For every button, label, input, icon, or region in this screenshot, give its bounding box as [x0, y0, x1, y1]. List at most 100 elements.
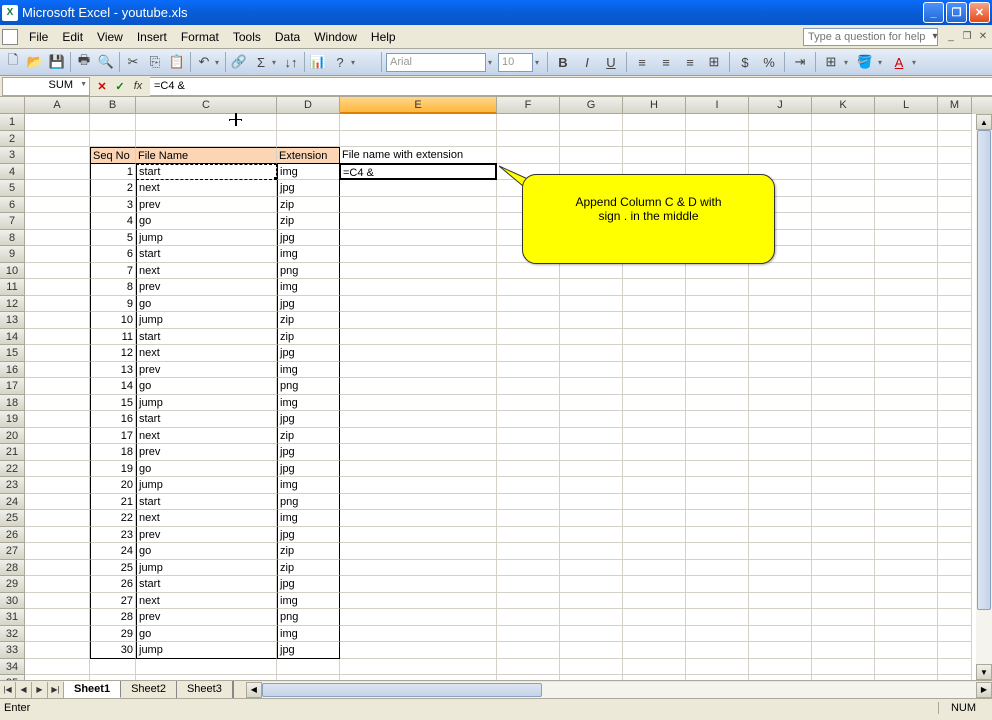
cell-M35[interactable]	[938, 675, 972, 680]
cell-H20[interactable]	[623, 428, 686, 445]
hyperlink-button[interactable]: 🔗	[228, 51, 250, 73]
seq-17[interactable]: 14	[90, 378, 136, 395]
cell-M33[interactable]	[938, 642, 972, 659]
cell-I35[interactable]	[686, 675, 749, 680]
cell-M16[interactable]	[938, 362, 972, 379]
cell-J31[interactable]	[749, 609, 812, 626]
cell-L13[interactable]	[875, 312, 938, 329]
cell-K5[interactable]	[812, 180, 875, 197]
cell-A10[interactable]	[25, 263, 90, 280]
cell-G29[interactable]	[560, 576, 623, 593]
seq-11[interactable]: 8	[90, 279, 136, 296]
seq-10[interactable]: 7	[90, 263, 136, 280]
cell-A17[interactable]	[25, 378, 90, 395]
scroll-right-button[interactable]: ▶	[976, 682, 992, 698]
help-search-input[interactable]	[803, 28, 938, 46]
cell-C2[interactable]	[136, 131, 277, 148]
cell-F16[interactable]	[497, 362, 560, 379]
row-header-9[interactable]: 9	[0, 246, 25, 263]
cell-M26[interactable]	[938, 527, 972, 544]
doc-minimize-button[interactable]: _	[944, 31, 958, 42]
ext-15[interactable]: jpg	[277, 345, 340, 362]
cell-D34[interactable]	[277, 659, 340, 676]
cell-M28[interactable]	[938, 560, 972, 577]
cell-G21[interactable]	[560, 444, 623, 461]
cell-F14[interactable]	[497, 329, 560, 346]
cell-K32[interactable]	[812, 626, 875, 643]
name-box[interactable]: SUM	[2, 77, 90, 96]
cell-F27[interactable]	[497, 543, 560, 560]
undo-dropdown[interactable]: ▾	[215, 58, 223, 67]
ext-31[interactable]: png	[277, 609, 340, 626]
cell-E30[interactable]	[340, 593, 497, 610]
cell-E12[interactable]	[340, 296, 497, 313]
row-header-11[interactable]: 11	[0, 279, 25, 296]
column-header-B[interactable]: B	[90, 97, 136, 114]
cell-F31[interactable]	[497, 609, 560, 626]
cell-A9[interactable]	[25, 246, 90, 263]
minimize-button[interactable]: _	[923, 2, 944, 23]
cell-M13[interactable]	[938, 312, 972, 329]
cell-H15[interactable]	[623, 345, 686, 362]
new-button[interactable]: 🗋	[2, 51, 24, 73]
cell-F30[interactable]	[497, 593, 560, 610]
cell-J13[interactable]	[749, 312, 812, 329]
cell-J15[interactable]	[749, 345, 812, 362]
align-left-button[interactable]: ≡	[631, 51, 653, 73]
cell-K19[interactable]	[812, 411, 875, 428]
cell-A4[interactable]	[25, 164, 90, 181]
tab-first-button[interactable]: |◀	[0, 682, 16, 698]
cell-H1[interactable]	[623, 114, 686, 131]
seq-27[interactable]: 24	[90, 543, 136, 560]
cell-I3[interactable]	[686, 147, 749, 164]
fname-7[interactable]: go	[136, 213, 277, 230]
cell-F26[interactable]	[497, 527, 560, 544]
cell-I34[interactable]	[686, 659, 749, 676]
align-right-button[interactable]: ≡	[679, 51, 701, 73]
close-button[interactable]: ✕	[969, 2, 990, 23]
cell-L9[interactable]	[875, 246, 938, 263]
ext-18[interactable]: img	[277, 395, 340, 412]
cell-E26[interactable]	[340, 527, 497, 544]
cell-K13[interactable]	[812, 312, 875, 329]
row-header-21[interactable]: 21	[0, 444, 25, 461]
cell-H18[interactable]	[623, 395, 686, 412]
cell-A24[interactable]	[25, 494, 90, 511]
tab-next-button[interactable]: ▶	[32, 682, 48, 698]
seq-24[interactable]: 21	[90, 494, 136, 511]
font-name-select[interactable]	[386, 53, 486, 72]
cell-K33[interactable]	[812, 642, 875, 659]
sort-button[interactable]: ↓↑	[280, 51, 302, 73]
cell-A29[interactable]	[25, 576, 90, 593]
menu-view[interactable]: View	[90, 28, 130, 46]
row-header-4[interactable]: 4	[0, 164, 25, 181]
column-header-F[interactable]: F	[497, 97, 560, 114]
ext-27[interactable]: zip	[277, 543, 340, 560]
cell-M3[interactable]	[938, 147, 972, 164]
cell-G12[interactable]	[560, 296, 623, 313]
row-header-3[interactable]: 3	[0, 147, 25, 164]
fname-5[interactable]: next	[136, 180, 277, 197]
cell-K6[interactable]	[812, 197, 875, 214]
cell-E21[interactable]	[340, 444, 497, 461]
cell-H12[interactable]	[623, 296, 686, 313]
seq-23[interactable]: 20	[90, 477, 136, 494]
print-preview-button[interactable]: 🔍	[95, 51, 117, 73]
cell-E2[interactable]	[340, 131, 497, 148]
fname-6[interactable]: prev	[136, 197, 277, 214]
cell-J20[interactable]	[749, 428, 812, 445]
seq-26[interactable]: 23	[90, 527, 136, 544]
seq-15[interactable]: 12	[90, 345, 136, 362]
cell-E9[interactable]	[340, 246, 497, 263]
fname-29[interactable]: start	[136, 576, 277, 593]
cell-G18[interactable]	[560, 395, 623, 412]
vertical-scrollbar[interactable]: ▲ ▼	[976, 114, 992, 680]
cell-A23[interactable]	[25, 477, 90, 494]
cell-F29[interactable]	[497, 576, 560, 593]
cell-I14[interactable]	[686, 329, 749, 346]
seq-19[interactable]: 16	[90, 411, 136, 428]
row-header-24[interactable]: 24	[0, 494, 25, 511]
cell-J1[interactable]	[749, 114, 812, 131]
fname-16[interactable]: prev	[136, 362, 277, 379]
ext-23[interactable]: img	[277, 477, 340, 494]
